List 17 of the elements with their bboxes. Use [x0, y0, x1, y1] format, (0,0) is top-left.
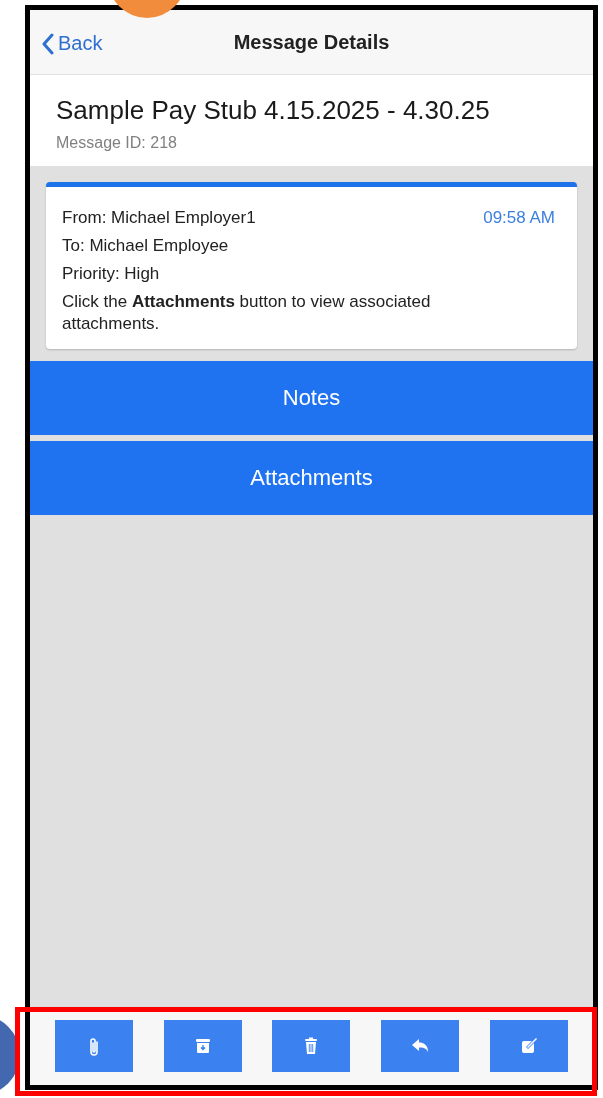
back-button[interactable]: Back: [38, 28, 107, 59]
sender-text: From: Michael Employer1: [62, 207, 256, 229]
message-subject: Sample Pay Stub 4.15.2025 - 4.30.25: [56, 95, 491, 126]
action-button[interactable]: Notes: [30, 361, 593, 435]
recipient-text: To: Michael Employee: [62, 235, 230, 257]
attach-button[interactable]: [55, 1020, 134, 1072]
time-text: 09:58 AM: [483, 207, 555, 229]
message-id: Message ID: 218: [56, 134, 178, 152]
delete-button[interactable]: [272, 1020, 351, 1072]
compose-button[interactable]: [489, 1020, 568, 1072]
reply-button[interactable]: [381, 1020, 460, 1072]
chevron-left-icon: [42, 32, 54, 55]
priority-text: Priority: High: [62, 263, 161, 285]
archive-button[interactable]: [163, 1020, 242, 1072]
action-button[interactable]: Attachments: [30, 441, 593, 515]
screen-title: Message Details: [233, 30, 390, 54]
instruction-text: Click the Attachments button to view associated attachments.: [62, 291, 432, 335]
